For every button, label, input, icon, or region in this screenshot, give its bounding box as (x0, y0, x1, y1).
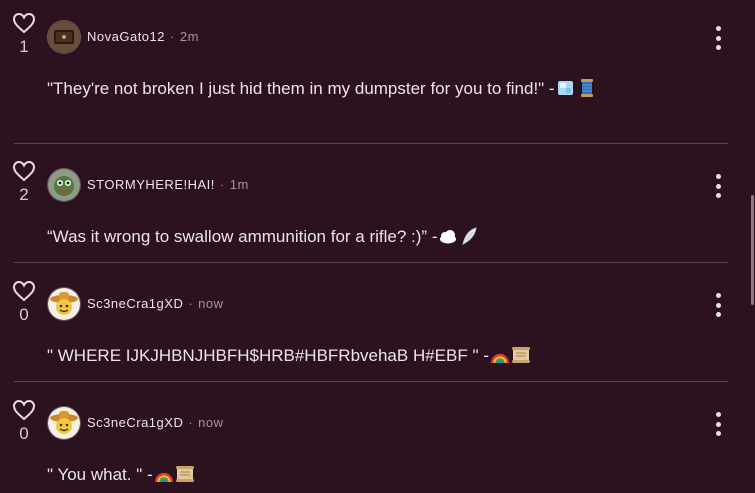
heart-icon[interactable] (12, 12, 36, 34)
meta-separator: · (170, 29, 175, 44)
avatar[interactable] (47, 406, 81, 440)
heart-icon[interactable] (12, 399, 36, 421)
comment-text-content: " WHERE IJKJHBNJHBFH$HRB#HBFRbvehaB H#EB… (47, 346, 489, 365)
meta-separator: · (188, 296, 194, 311)
username[interactable]: NovaGato12 (87, 29, 165, 44)
meta-separator: · (188, 415, 194, 430)
thread-spool-emoji (580, 79, 593, 97)
avatar[interactable] (47, 168, 81, 202)
like-count: 0 (19, 424, 29, 443)
like-count: 1 (19, 37, 29, 56)
like-control[interactable]: 2 (10, 160, 38, 205)
scroll-emoji (175, 466, 194, 482)
comment-meta: Sc3neCra1gXD · now (87, 415, 224, 430)
rainbow-emoji (490, 353, 509, 364)
like-count: 0 (19, 305, 29, 324)
comment-meta: NovaGato12 · 2m (87, 29, 199, 44)
scrollbar[interactable] (751, 195, 754, 305)
rainbow-emoji (154, 472, 173, 483)
username[interactable]: Sc3neCra1gXD (87, 415, 183, 430)
divider (14, 262, 728, 263)
comment-feed: 1 NovaGato12 · 2m "They're not broken I ju… (0, 0, 755, 493)
comment-meta: Sc3neCra1gXD · now (87, 296, 224, 311)
comment-text-content: "They're not broken I just hid them in m… (47, 79, 555, 98)
ice-cube-emoji (557, 81, 573, 95)
heart-icon[interactable] (12, 160, 36, 182)
comment-text: " WHERE IJKJHBNJHBFH$HRB#HBFRbvehaB H#EB… (47, 345, 531, 366)
more-options-icon[interactable] (708, 174, 728, 198)
timestamp: 2m (179, 29, 199, 44)
like-control[interactable]: 1 (10, 12, 38, 57)
timestamp: now (198, 296, 224, 311)
wing-emoji (462, 227, 478, 245)
more-options-icon[interactable] (708, 26, 728, 50)
scroll-emoji (511, 347, 530, 363)
timestamp: now (198, 415, 224, 430)
comment-text: " You what. " - (47, 464, 195, 485)
avatar[interactable] (47, 20, 81, 54)
divider (14, 143, 728, 144)
like-count: 2 (19, 185, 29, 204)
comment-meta: STORMYHERE!HAI! · 1m (87, 177, 249, 192)
timestamp: 1m (229, 177, 249, 192)
meta-separator: · (219, 177, 225, 192)
comment-text: "They're not broken I just hid them in m… (47, 78, 597, 99)
comment-text: “Was it wrong to swallow ammunition for … (47, 226, 479, 247)
cloud-emoji (440, 230, 457, 244)
like-control[interactable]: 0 (10, 280, 38, 325)
username[interactable]: STORMYHERE!HAI! (87, 177, 215, 192)
divider (14, 381, 728, 382)
more-options-icon[interactable] (708, 412, 728, 436)
username[interactable]: Sc3neCra1gXD (87, 296, 183, 311)
more-options-icon[interactable] (708, 293, 728, 317)
heart-icon[interactable] (12, 280, 36, 302)
avatar[interactable] (47, 287, 81, 321)
like-control[interactable]: 0 (10, 399, 38, 444)
comment-text-content: " You what. " - (47, 465, 153, 484)
comment-text-content: “Was it wrong to swallow ammunition for … (47, 227, 438, 246)
